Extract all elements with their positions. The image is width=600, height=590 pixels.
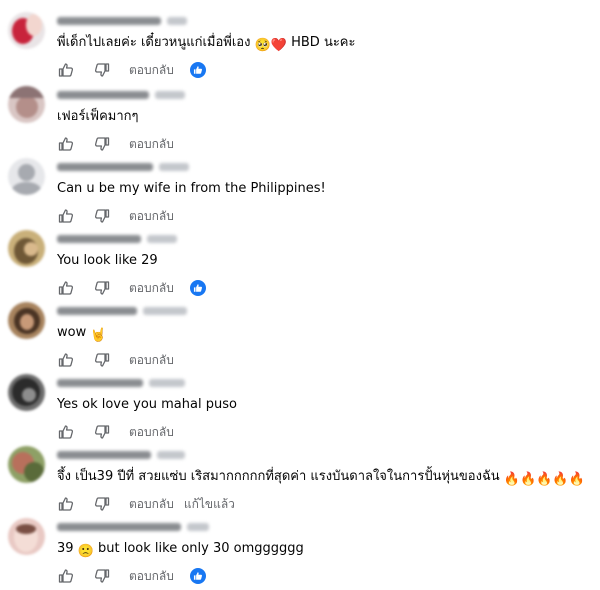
comment-item: Can u be my wife in from the Philippines… (0, 158, 600, 230)
comment-author[interactable] (57, 90, 185, 99)
reply-button[interactable]: ตอบกลับ (129, 279, 174, 297)
avatar[interactable] (8, 12, 45, 49)
avatar[interactable] (8, 302, 45, 339)
emoji: 🔥🔥🔥🔥🔥 (503, 472, 585, 487)
reply-button[interactable]: ตอบกลับ (129, 207, 174, 225)
comment-author[interactable] (57, 234, 177, 243)
comment-text: จึ้ง เป็น39 ปีที่ สวยแซ่บ เริสมากกกกกที่… (57, 469, 585, 487)
comment-item: Yes ok love you mahal puso ตอบกลับ (0, 374, 600, 446)
comment-text: 39 🙁 but look like only 30 omgggggg (57, 541, 304, 559)
emoji: 🤘 (90, 328, 107, 343)
reply-button[interactable]: ตอบกลับ (129, 351, 174, 369)
reply-button[interactable]: ตอบกลับ (129, 423, 174, 441)
comment-text: wow 🤘 (57, 325, 107, 343)
comment-actions: ตอบกลับ (57, 206, 184, 226)
comment-actions: ตอบกลับ (57, 134, 184, 154)
thumbs-up-icon[interactable] (57, 423, 75, 441)
comment-item: จึ้ง เป็น39 ปีที่ สวยแซ่บ เริสมากกกกกที่… (0, 446, 600, 518)
avatar[interactable] (8, 518, 45, 555)
reply-button[interactable]: ตอบกลับ (129, 567, 174, 585)
reply-button[interactable]: ตอบกลับ (129, 61, 174, 79)
comment-actions: ตอบกลับ (57, 422, 184, 442)
avatar[interactable] (8, 86, 45, 123)
thumbs-up-icon[interactable] (57, 567, 75, 585)
like-reaction-icon[interactable] (189, 62, 206, 78)
comment-author[interactable] (57, 450, 185, 459)
thumbs-down-icon[interactable] (93, 135, 111, 153)
thumbs-up-icon[interactable] (57, 495, 75, 513)
comment-text: Yes ok love you mahal puso (57, 397, 237, 412)
comment-actions: ตอบกลับ (57, 566, 206, 586)
reply-button[interactable]: ตอบกลับ (129, 135, 174, 153)
comment-item: 39 🙁 but look like only 30 omgggggg ตอบก… (0, 518, 600, 590)
comment-author[interactable] (57, 522, 209, 531)
thumbs-down-icon[interactable] (93, 61, 111, 79)
emoji: 🥺❤️ (254, 38, 287, 53)
thumbs-down-icon[interactable] (93, 351, 111, 369)
edited-label[interactable]: แก้ไขแล้ว (184, 495, 235, 513)
comment-item: เฟอร์เฟ็คมากๆ ตอบกลับ (0, 86, 600, 158)
avatar[interactable] (8, 374, 45, 411)
comment-text: You look like 29 (57, 253, 158, 268)
comment-author[interactable] (57, 162, 189, 171)
comment-author[interactable] (57, 16, 187, 25)
thumbs-down-icon[interactable] (93, 495, 111, 513)
thumbs-up-icon[interactable] (57, 279, 75, 297)
thumbs-down-icon[interactable] (93, 423, 111, 441)
avatar[interactable] (8, 158, 45, 195)
emoji: 🙁 (77, 544, 94, 559)
thumbs-down-icon[interactable] (93, 279, 111, 297)
avatar[interactable] (8, 230, 45, 267)
comment-item: พี่เด็กไปเลยค่ะ เดี๋ยวหนูแก่เมื่อพี่เอง … (0, 12, 600, 84)
comment-item: You look like 29 ตอบกลับ (0, 230, 600, 302)
thumbs-up-icon[interactable] (57, 351, 75, 369)
comment-text: พี่เด็กไปเลยค่ะ เดี๋ยวหนูแก่เมื่อพี่เอง … (57, 35, 356, 53)
thumbs-up-icon[interactable] (57, 207, 75, 225)
thumbs-up-icon[interactable] (57, 135, 75, 153)
comment-author[interactable] (57, 306, 187, 315)
like-reaction-icon[interactable] (189, 280, 206, 296)
comment-actions: ตอบกลับ (57, 60, 206, 80)
thumbs-up-icon[interactable] (57, 61, 75, 79)
avatar[interactable] (8, 446, 45, 483)
comment-actions: ตอบกลับ (57, 350, 184, 370)
reply-button[interactable]: ตอบกลับ (129, 495, 174, 513)
comment-actions: ตอบกลับ (57, 278, 206, 298)
comment-actions: ตอบกลับ แก้ไขแล้ว (57, 494, 245, 514)
comment-text: Can u be my wife in from the Philippines… (57, 181, 326, 196)
comment-author[interactable] (57, 378, 185, 387)
comment-item: wow 🤘 ตอบกลับ (0, 302, 600, 374)
thumbs-down-icon[interactable] (93, 567, 111, 585)
comment-text: เฟอร์เฟ็คมากๆ (57, 109, 139, 124)
thumbs-down-icon[interactable] (93, 207, 111, 225)
